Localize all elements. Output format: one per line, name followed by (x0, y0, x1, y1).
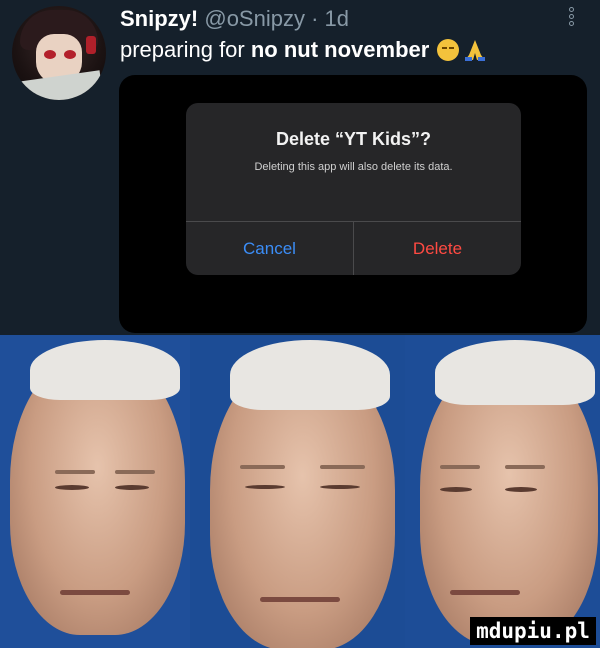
display-name[interactable]: Snipzy! (120, 6, 198, 31)
more-options-icon[interactable] (566, 5, 576, 35)
folded-hands-icon (465, 40, 486, 61)
avatar[interactable] (12, 6, 106, 100)
tweet-header: Snipzy! @oSnipzy · 1d preparing for no n… (0, 0, 600, 335)
delete-button[interactable]: Delete (354, 222, 521, 275)
watermark: mdupiu.pl (470, 617, 596, 645)
tweet-author-line: Snipzy! @oSnipzy · 1d (120, 6, 349, 32)
photo-panel-middle (190, 335, 405, 648)
photo-panel-right (405, 335, 600, 648)
alert-dialog: Delete “YT Kids”? Deleting this app will… (186, 103, 521, 275)
handle-and-time[interactable]: @oSnipzy · 1d (204, 6, 349, 31)
photo-panel-left (0, 335, 190, 648)
relieved-face-icon (437, 39, 460, 61)
tweet-media[interactable]: Delete “YT Kids”? Deleting this app will… (119, 75, 587, 333)
dialog-title: Delete “YT Kids”? (275, 129, 432, 149)
dialog-message: Deleting this app will also delete its d… (254, 161, 453, 173)
tweet-text-bold: no nut november (250, 37, 430, 62)
cancel-button[interactable]: Cancel (186, 222, 353, 275)
tweet-text: preparing for no nut november (120, 37, 486, 63)
tweet-text-plain: preparing for (120, 37, 251, 62)
